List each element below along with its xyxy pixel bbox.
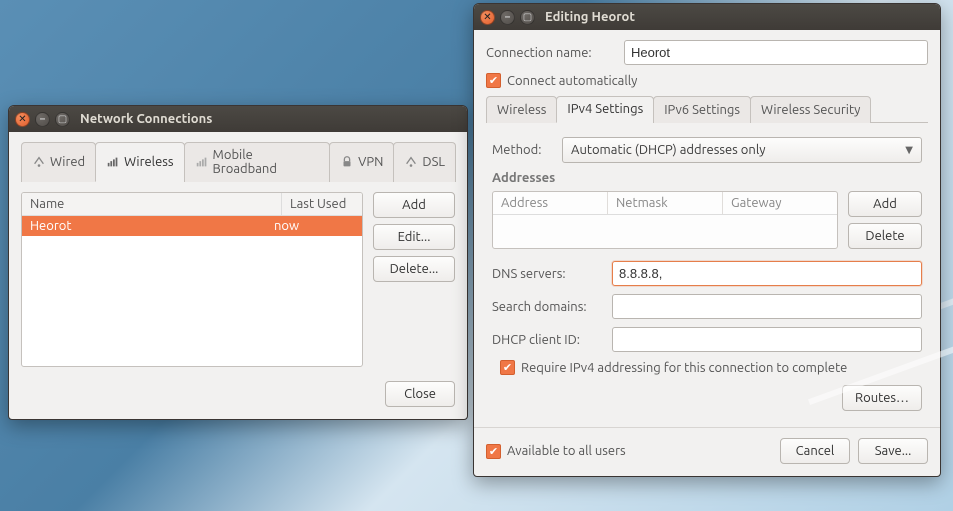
chevron-down-icon: ▼ (905, 144, 913, 156)
checkbox-icon: ✔ (486, 73, 501, 88)
checkbox-icon: ✔ (500, 360, 515, 375)
window-title: Network Connections (80, 112, 212, 126)
column-netmask: Netmask (608, 192, 723, 214)
close-icon[interactable]: ✕ (15, 112, 30, 127)
connect-automatically-checkbox[interactable]: ✔ Connect automatically (486, 73, 928, 88)
connection-name-input[interactable] (624, 40, 928, 65)
connection-name: Heorot (30, 219, 274, 233)
column-name[interactable]: Name (22, 193, 282, 215)
dhcp-client-id-label: DHCP client ID: (492, 333, 602, 347)
maximize-icon[interactable]: ▢ (55, 112, 70, 127)
search-domains-input[interactable] (612, 294, 922, 319)
minimize-icon[interactable]: – (35, 112, 50, 127)
window-title: Editing Heorot (545, 10, 635, 24)
dns-servers-label: DNS servers: (492, 267, 602, 281)
window-editing-connection: ✕ – ▢ Editing Heorot Connection name: ✔ … (473, 3, 941, 477)
wired-icon (32, 155, 46, 169)
minimize-icon[interactable]: – (500, 10, 515, 25)
tab-ipv4-settings[interactable]: IPv4 Settings (556, 96, 654, 123)
tab-wired[interactable]: Wired (21, 142, 96, 182)
cancel-button[interactable]: Cancel (780, 438, 850, 464)
tab-wireless-security[interactable]: Wireless Security (750, 96, 871, 123)
mobile-broadband-icon (195, 155, 209, 169)
save-button[interactable]: Save... (858, 438, 928, 464)
checkbox-icon: ✔ (486, 444, 501, 459)
column-address: Address (493, 192, 608, 214)
tab-wireless[interactable]: Wireless (95, 142, 184, 182)
dsl-icon (404, 155, 418, 169)
column-gateway: Gateway (723, 192, 837, 214)
connection-name-label: Connection name: (486, 46, 614, 60)
tab-dsl[interactable]: DSL (393, 142, 456, 182)
routes-button[interactable]: Routes… (842, 385, 922, 411)
search-domains-label: Search domains: (492, 300, 602, 314)
close-icon[interactable]: ✕ (480, 10, 495, 25)
addresses-label: Addresses (492, 171, 922, 185)
tab-wireless[interactable]: Wireless (486, 96, 557, 123)
addresses-table[interactable]: Address Netmask Gateway (492, 191, 838, 249)
address-delete-button[interactable]: Delete (848, 223, 922, 249)
tab-ipv6-settings[interactable]: IPv6 Settings (653, 96, 751, 123)
maximize-icon[interactable]: ▢ (520, 10, 535, 25)
titlebar[interactable]: ✕ – ▢ Editing Heorot (474, 4, 940, 30)
connection-last-used: now (274, 219, 354, 233)
lock-icon (340, 155, 354, 169)
dns-servers-input[interactable] (612, 261, 922, 286)
require-ipv4-checkbox[interactable]: ✔ Require IPv4 addressing for this conne… (500, 360, 922, 375)
settings-tabs: Wireless IPv4 Settings IPv6 Settings Wir… (486, 96, 928, 123)
method-select[interactable]: Automatic (DHCP) addresses only ▼ (562, 137, 922, 163)
address-add-button[interactable]: Add (848, 191, 922, 217)
available-to-all-users-checkbox[interactable]: ✔ Available to all users (486, 444, 626, 459)
add-button[interactable]: Add (373, 192, 455, 218)
window-network-connections: ✕ – ▢ Network Connections Wired Wireless… (8, 105, 468, 420)
connections-list[interactable]: Name Last Used Heorot now (21, 192, 363, 367)
list-item[interactable]: Heorot now (22, 216, 362, 236)
tab-vpn[interactable]: VPN (329, 142, 394, 182)
titlebar[interactable]: ✕ – ▢ Network Connections (9, 106, 467, 132)
delete-button[interactable]: Delete... (373, 256, 455, 282)
column-last-used[interactable]: Last Used (282, 193, 362, 215)
dhcp-client-id-input[interactable] (612, 327, 922, 352)
edit-button[interactable]: Edit... (373, 224, 455, 250)
close-button[interactable]: Close (385, 381, 455, 407)
connection-type-tabs: Wired Wireless Mobile Broadband VPN DSL (21, 142, 455, 182)
tab-mobile-broadband[interactable]: Mobile Broadband (184, 142, 331, 182)
method-label: Method: (492, 143, 552, 157)
wireless-icon (106, 155, 120, 169)
